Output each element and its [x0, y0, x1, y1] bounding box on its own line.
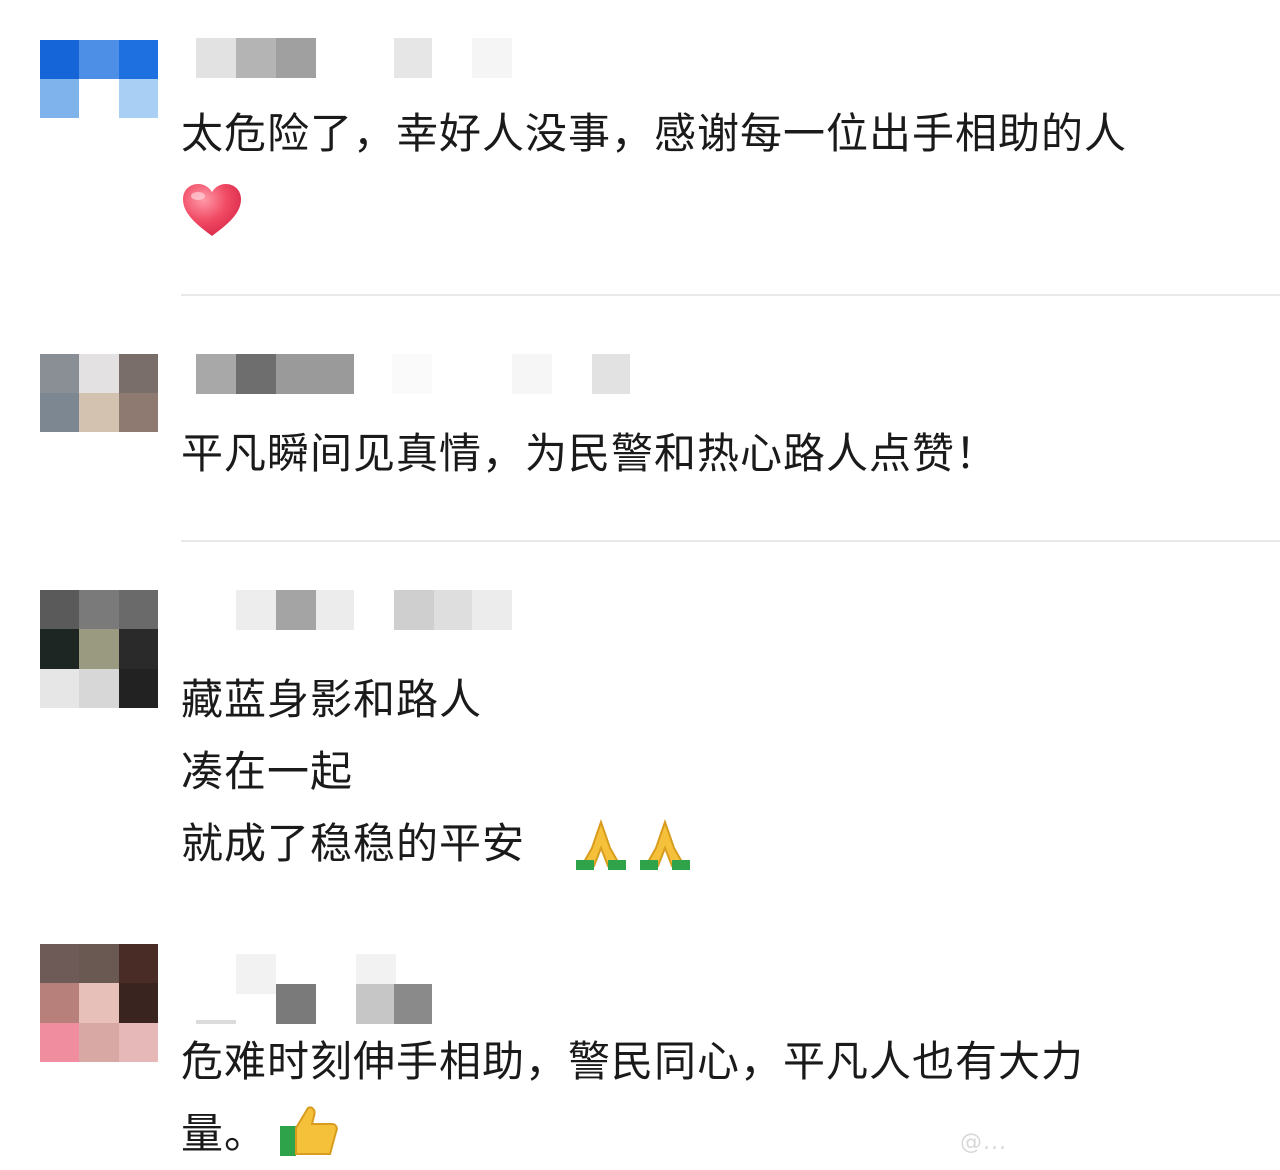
comment-text-line: 凑在一起	[181, 747, 354, 796]
blur-block	[236, 38, 276, 78]
blur-block	[512, 354, 552, 394]
comment-text: 太危险了，幸好人没事，感谢每一位出手相助的人	[181, 109, 1128, 158]
comment-text-line: 就成了稳稳的平安	[181, 819, 526, 868]
thumbs-up-icon	[278, 1104, 340, 1156]
blur-block	[394, 984, 432, 1024]
blur-block	[394, 38, 432, 78]
avatar-pixel	[118, 79, 158, 118]
avatar-pixel	[118, 944, 158, 984]
heart-icon	[181, 182, 243, 238]
avatar-pixel	[79, 590, 119, 630]
avatar-pixel	[40, 983, 80, 1023]
comment-text-line: 量。	[181, 1109, 268, 1158]
comment-text: 平凡瞬间见真情，为民警和热心路人点赞！	[181, 429, 999, 478]
blur-block	[276, 984, 316, 1024]
avatar-pixel	[79, 983, 119, 1023]
avatar-pixel	[118, 40, 158, 79]
blur-block	[392, 354, 432, 394]
watermark: @...	[960, 1130, 1007, 1155]
avatar-pixel	[40, 79, 80, 118]
blur-block	[434, 590, 472, 630]
avatar-pixel	[118, 354, 158, 393]
avatar-pixel	[40, 354, 80, 393]
blur-block	[196, 1020, 236, 1024]
blur-block	[276, 38, 316, 78]
avatar-pixel	[40, 40, 80, 79]
username-blurred[interactable]	[196, 954, 516, 1024]
blur-block	[316, 590, 354, 630]
avatar-pixel	[79, 40, 119, 79]
blur-block	[236, 954, 276, 994]
avatar[interactable]	[40, 40, 158, 118]
folded-hands-icon	[636, 818, 694, 872]
blur-block	[196, 354, 236, 394]
avatar-pixel	[79, 629, 119, 669]
username-blurred[interactable]	[196, 590, 516, 630]
divider	[181, 294, 1280, 296]
avatar-pixel	[79, 393, 119, 432]
blur-block	[356, 984, 394, 1024]
avatar[interactable]	[40, 944, 158, 1062]
avatar-pixel	[118, 983, 158, 1023]
blur-block	[592, 354, 630, 394]
avatar-pixel	[118, 1022, 158, 1062]
blur-block	[472, 38, 512, 78]
avatar-pixel	[118, 590, 158, 630]
avatar-pixel	[79, 1022, 119, 1062]
avatar-pixel	[40, 590, 80, 630]
avatar-pixel	[40, 393, 80, 432]
avatar-pixel	[79, 354, 119, 393]
avatar[interactable]	[40, 354, 158, 432]
blur-block	[276, 590, 316, 630]
username-blurred[interactable]	[196, 38, 526, 78]
avatar-pixel	[118, 668, 158, 708]
avatar-pixel	[40, 944, 80, 984]
avatar-pixel	[40, 1022, 80, 1062]
avatar-pixel	[79, 944, 119, 984]
divider	[181, 540, 1280, 542]
avatar-pixel	[40, 668, 80, 708]
avatar-pixel	[40, 629, 80, 669]
blur-block	[394, 590, 434, 630]
avatar[interactable]	[40, 590, 158, 708]
comment-text-line: 藏蓝身影和路人	[181, 675, 483, 724]
folded-hands-icon	[572, 818, 630, 872]
blur-block	[236, 590, 276, 630]
avatar-pixel	[118, 629, 158, 669]
blur-block	[196, 38, 236, 78]
comment-text-line: 危难时刻伸手相助，警民同心，平凡人也有大力	[181, 1037, 1085, 1086]
blur-block	[472, 590, 512, 630]
avatar-pixel	[79, 668, 119, 708]
avatar-pixel	[79, 79, 119, 118]
blur-block	[276, 354, 354, 394]
avatar-pixel	[118, 393, 158, 432]
username-blurred[interactable]	[196, 354, 636, 394]
blur-block	[236, 354, 276, 394]
